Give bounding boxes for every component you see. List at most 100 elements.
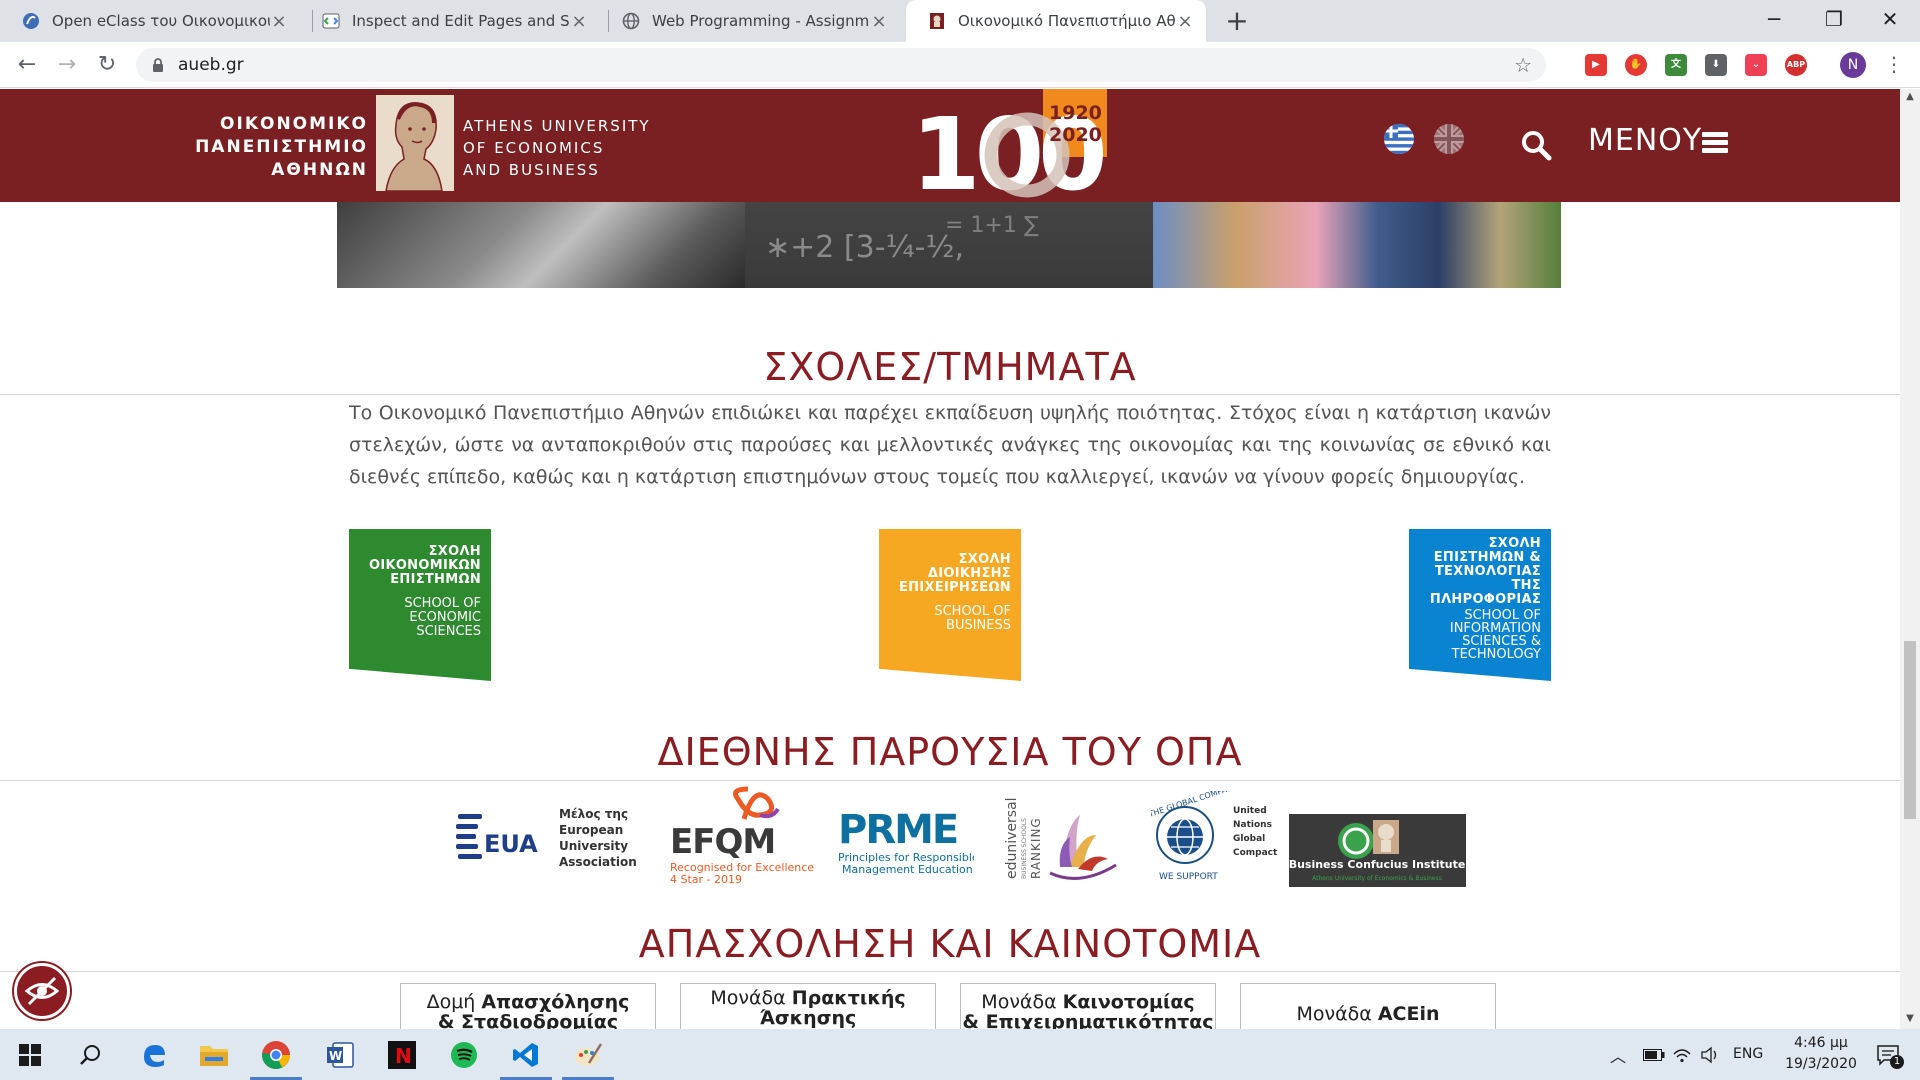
page-scrollbar[interactable]: ▲ ▼ bbox=[1900, 89, 1920, 1029]
reload-button[interactable]: ↻ bbox=[92, 50, 122, 80]
ungc-text: Compact bbox=[1233, 848, 1278, 858]
word-icon[interactable]: W bbox=[322, 1037, 358, 1073]
school-economic-sciences-logo[interactable]: ΣΧΟΛΗ ΟΙΚΟΝΟΜΙΚΩΝ ΕΠΙΣΤΗΜΩΝ SCHOOL OF ECONO… bbox=[349, 529, 491, 681]
uk-flag-icon[interactable] bbox=[1434, 124, 1464, 154]
efqm-abbreviation: EFQM bbox=[670, 822, 775, 862]
school-information-sciences-logo[interactable]: ΣΧΟΛΗ ΕΠΙΣΤΗΜΩΝ & ΤΕΧΝΟΛΟΓΙΑΣ ΤΗΣ ΠΛΗΡΟΦΟΡΙΑ… bbox=[1409, 529, 1551, 681]
netflix-icon[interactable]: N bbox=[384, 1037, 420, 1073]
eduniversal-ranking-logo[interactable]: eduniversal BUSINESS SCHOOLS RANKING bbox=[1000, 795, 1124, 885]
ungc-support-text: WE SUPPORT bbox=[1159, 872, 1218, 882]
lock-icon[interactable] bbox=[150, 57, 166, 73]
button-text-bold: & Σταδιοδρομίας bbox=[437, 1011, 619, 1029]
file-explorer-icon[interactable] bbox=[196, 1037, 232, 1073]
download-icon[interactable]: ⬇ bbox=[1705, 54, 1727, 76]
pocket-icon[interactable]: ⌄ bbox=[1745, 54, 1767, 76]
forward-button[interactable]: → bbox=[52, 50, 82, 80]
acein-office-button[interactable]: Μονάδα ACEin bbox=[1240, 983, 1496, 1029]
action-center-icon[interactable]: 1 bbox=[1870, 1037, 1906, 1073]
hamburger-menu-icon[interactable] bbox=[1702, 132, 1728, 154]
tab-eclass[interactable]: Open eClass του Οικονομικού Πανεπιστημίο… bbox=[0, 0, 300, 42]
greek-flag-icon[interactable] bbox=[1384, 124, 1414, 154]
school-name-line: SCIENCES bbox=[416, 624, 481, 639]
volume-icon[interactable] bbox=[1692, 1037, 1728, 1073]
confucius-title: Business Confucius Institute bbox=[1289, 858, 1465, 871]
clock-time[interactable]: 4:46 μμ bbox=[1786, 1035, 1856, 1051]
close-tab-icon[interactable]: × bbox=[270, 11, 288, 32]
tab-title: Inspect and Edit Pages and Styles bbox=[352, 12, 570, 30]
abp-icon[interactable]: ABP bbox=[1785, 54, 1807, 76]
chrome-browser-icon[interactable] bbox=[250, 1037, 302, 1080]
ungc-text: United bbox=[1233, 806, 1267, 816]
tab-web-programming[interactable]: Web Programming - Assignment × bbox=[600, 0, 900, 42]
university-logo-english[interactable]: ATHENS UNIVERSITY OF ECONOMICS AND BUSIN… bbox=[463, 115, 651, 181]
careers-office-button[interactable]: Δομή Απασχόλησης & Σταδιοδρομίας bbox=[400, 983, 656, 1029]
eua-text: European bbox=[559, 823, 623, 837]
spotify-icon[interactable] bbox=[446, 1037, 482, 1073]
translate-icon[interactable]: 文 bbox=[1665, 54, 1687, 76]
logo-line: ΠΑΝΕΠΙΣΤΗΜΙΟ bbox=[195, 137, 368, 157]
paint-icon[interactable] bbox=[562, 1037, 614, 1080]
url-text[interactable]: aueb.gr bbox=[178, 55, 244, 75]
tab-title: Οικονομικό Πανεπιστήμιο Αθηνών bbox=[958, 12, 1176, 30]
scrollbar-thumb[interactable] bbox=[1904, 641, 1916, 819]
aueb-favicon-icon bbox=[928, 12, 946, 30]
accessibility-toggle-button[interactable] bbox=[14, 963, 70, 1019]
windows-start-icon[interactable] bbox=[12, 1037, 48, 1073]
back-button[interactable]: ← bbox=[12, 50, 42, 80]
centenary-year-start: 1920 bbox=[1049, 102, 1102, 124]
taskbar-search-icon[interactable] bbox=[72, 1037, 108, 1073]
tab-inspect[interactable]: Inspect and Edit Pages and Styles × bbox=[300, 0, 600, 42]
innovation-office-button[interactable]: Μονάδα Καινοτομίας & Επιχειρηματικότητας bbox=[960, 983, 1216, 1029]
svg-text:N: N bbox=[395, 1044, 412, 1068]
address-bar[interactable]: aueb.gr ☆ bbox=[136, 48, 1546, 82]
new-tab-button[interactable]: + bbox=[1222, 6, 1252, 36]
school-name-line: ΤΗΣ bbox=[1511, 578, 1541, 593]
tab-title: Web Programming - Assignment bbox=[652, 12, 870, 30]
eua-logo[interactable]: EUA Μέλος της European University Associ… bbox=[454, 804, 640, 874]
school-name-line: BUSINESS bbox=[946, 618, 1011, 633]
input-language-indicator[interactable]: ENG bbox=[1733, 1046, 1763, 1062]
un-global-compact-logo[interactable]: THE GLOBAL COMPACT WE SUPPORT United Nat… bbox=[1147, 782, 1281, 887]
notification-count-badge: 1 bbox=[1890, 1055, 1904, 1069]
close-window-button[interactable]: ✕ bbox=[1862, 0, 1918, 40]
bookmark-star-icon[interactable]: ☆ bbox=[1514, 53, 1532, 77]
tab-aueb[interactable]: Οικονομικό Πανεπιστήμιο Αθηνών × bbox=[906, 0, 1206, 42]
centenary-100-logo[interactable]: 100 1920 2020 bbox=[903, 89, 1113, 199]
tab-title: Open eClass του Οικονομικού Πανεπιστημίο… bbox=[52, 12, 270, 30]
minimize-window-button[interactable]: ─ bbox=[1746, 0, 1802, 40]
search-icon[interactable] bbox=[1520, 129, 1552, 161]
business-confucius-institute-logo[interactable]: Business Confucius Institute Athens Univ… bbox=[1289, 814, 1466, 887]
edge-browser-icon[interactable] bbox=[136, 1037, 172, 1073]
close-tab-icon[interactable]: × bbox=[570, 11, 588, 32]
close-tab-icon[interactable]: × bbox=[870, 11, 888, 32]
vscode-icon[interactable] bbox=[500, 1037, 552, 1080]
hidden-eye-icon bbox=[24, 976, 60, 1006]
eua-abbreviation: EUA bbox=[484, 830, 538, 858]
efqm-logo[interactable]: EFQM Recognised for Excellence 4 Star - … bbox=[668, 779, 818, 889]
efqm-subtitle: 4 Star - 2019 bbox=[670, 873, 742, 886]
adblock-hand-icon[interactable]: ✋ bbox=[1625, 54, 1647, 76]
eua-text: Μέλος της bbox=[559, 807, 628, 821]
schools-section-title: ΣΧΟΛΕΣ/ΤΜΗΜΑΤΑ bbox=[763, 345, 1137, 389]
hero-photo-students bbox=[1153, 202, 1561, 288]
scroll-up-icon[interactable]: ▲ bbox=[1904, 91, 1916, 102]
scroll-down-icon[interactable]: ▼ bbox=[1904, 1013, 1916, 1024]
university-logo-greek[interactable]: ΟΙΚΟΝΟΜΙΚΟ ΠΑΝΕΠΙΣΤΗΜΙΟ ΑΘΗΝΩΝ bbox=[160, 113, 368, 182]
show-hidden-icons[interactable]: ︿ bbox=[1610, 1043, 1626, 1067]
hermes-bust-logo-icon[interactable] bbox=[376, 95, 454, 191]
clock-date[interactable]: 19/3/2020 bbox=[1778, 1056, 1864, 1072]
section-divider bbox=[0, 394, 1900, 395]
school-business-logo[interactable]: ΣΧΟΛΗ ΔΙΟΙΚΗΣΗΣ ΕΠΙΧΕΙΡΗΣΕΩΝ SCHOOL OF BUSI… bbox=[879, 529, 1021, 681]
chrome-menu-icon[interactable]: ⋮ bbox=[1884, 52, 1904, 76]
youtube-icon[interactable]: ▶ bbox=[1585, 54, 1607, 76]
maximize-window-button[interactable]: ❐ bbox=[1806, 0, 1862, 40]
close-tab-icon[interactable]: × bbox=[1176, 11, 1194, 32]
school-name-line: ΕΠΙΣΤΗΜΩΝ bbox=[390, 572, 481, 587]
internship-office-button[interactable]: Μονάδα Πρακτικής Άσκησης bbox=[680, 983, 936, 1029]
profile-avatar[interactable]: N bbox=[1840, 52, 1866, 78]
svg-text:∗+2 [3-¼-½,: ∗+2 [3-¼-½, bbox=[765, 230, 964, 265]
button-text-bold: & Επιχειρηματικότητας bbox=[962, 1011, 1214, 1029]
menu-button-label[interactable]: ΜΕΝΟΥ bbox=[1588, 123, 1702, 158]
svg-text:W: W bbox=[329, 1049, 342, 1063]
prme-logo[interactable]: PRME Principles for Responsible Manageme… bbox=[834, 799, 979, 879]
